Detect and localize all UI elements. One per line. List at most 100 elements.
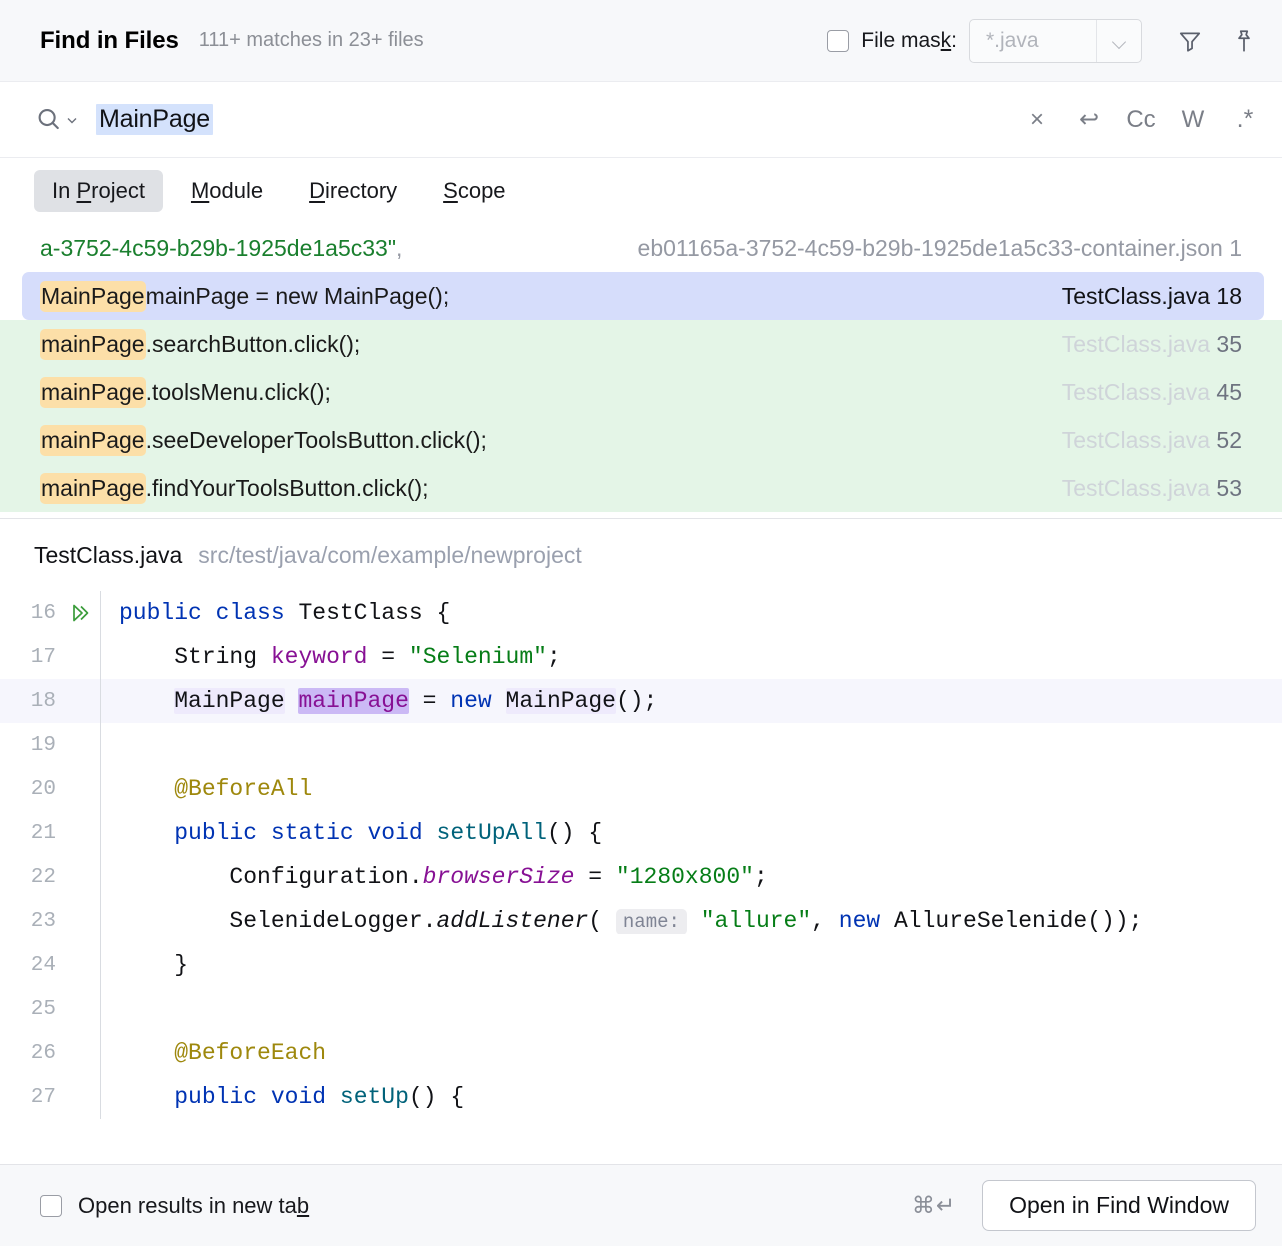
- token-String: String: [174, 644, 258, 670]
- token-BeforeEach-annotation: @BeforeEach: [174, 1040, 327, 1066]
- match-case-toggle[interactable]: Cc: [1126, 103, 1156, 137]
- file-mask-label: File mask:: [861, 29, 957, 53]
- code-text: @BeforeEach: [101, 1040, 1282, 1066]
- table-row[interactable]: a-3752-4c59-b29b-1925de1a5c33", eb01165a…: [0, 224, 1282, 272]
- line-number: 20: [30, 777, 56, 801]
- file-mask-label-pre: File mas: [861, 28, 941, 52]
- search-icon-group[interactable]: [34, 105, 78, 135]
- tab-in-project-mnemonic: P: [76, 178, 92, 203]
- search-row: MainPage × ↩ Cc W .*: [0, 82, 1282, 158]
- token-void: void: [270, 1084, 327, 1110]
- code-preview[interactable]: 16 public class TestClass { 17 String ke…: [0, 591, 1282, 1164]
- token-selenium-string: "Selenium": [408, 644, 547, 670]
- result-location: TestClass.java 45: [1062, 379, 1260, 406]
- result-line: 18: [1216, 282, 1242, 309]
- line-number: 17: [30, 645, 56, 669]
- file-mask-value: *.java: [986, 28, 1039, 52]
- code-text: MainPage mainPage = new MainPage();: [101, 688, 1282, 714]
- token-new: new: [838, 908, 881, 934]
- filter-funnel-icon[interactable]: [1176, 27, 1204, 55]
- tab-module[interactable]: Module: [173, 170, 281, 212]
- chevron-down-icon: [1113, 37, 1126, 45]
- tab-scope[interactable]: Scope: [425, 170, 523, 212]
- result-text: mainPage .seeDeveloperToolsButton.click()…: [22, 424, 1062, 456]
- result-file: TestClass.java: [1061, 426, 1211, 453]
- result-line: 52: [1216, 426, 1242, 453]
- tab-directory-post: irectory: [325, 178, 398, 203]
- search-dropdown-chevron-icon: [67, 117, 77, 123]
- result-text: mainPage .searchButton.click();: [22, 328, 1062, 360]
- pin-icon[interactable]: [1230, 27, 1258, 55]
- token-parens-brace: () {: [408, 1084, 465, 1110]
- new-line-icon[interactable]: ↩: [1074, 103, 1104, 137]
- preview-file-path: src/test/java/com/example/newproject: [198, 541, 582, 568]
- result-rest: .findYourToolsButton.click();: [145, 474, 429, 501]
- line-number: 22: [30, 865, 56, 889]
- token-mainPage-var: mainPage: [298, 688, 409, 714]
- run-all-tests-icon[interactable]: [62, 601, 100, 625]
- tab-scope-post: cope: [457, 178, 506, 203]
- line-number: 18: [30, 689, 56, 713]
- regex-toggle[interactable]: .*: [1230, 103, 1260, 137]
- code-line: 26 @BeforeEach: [0, 1031, 1282, 1075]
- search-icon: [38, 108, 59, 129]
- match-highlight: mainPage: [40, 472, 146, 504]
- clear-search-icon[interactable]: ×: [1022, 103, 1052, 137]
- open-in-find-window-button[interactable]: Open in Find Window: [982, 1180, 1256, 1231]
- result-line: 53: [1216, 474, 1242, 501]
- token-keyword-field: keyword: [270, 644, 368, 670]
- page-title: Find in Files: [40, 26, 179, 54]
- token-browser-size-string: "1280x800": [615, 864, 754, 890]
- dialog-footer: Open results in new tab ⌘↵ Open in Find …: [0, 1164, 1282, 1246]
- file-mask-combobox[interactable]: *.java: [969, 18, 1142, 63]
- token-MainPage-type: MainPage: [174, 688, 285, 714]
- match-summary: 111+ matches in 23+ files: [198, 29, 424, 51]
- code-line: 19: [0, 723, 1282, 767]
- code-line: 22 Configuration.browserSize = "1280x800…: [0, 855, 1282, 899]
- table-row[interactable]: mainPage .findYourToolsButton.click(); Te…: [0, 464, 1282, 512]
- table-row[interactable]: MainPage mainPage = new MainPage(); Test…: [0, 272, 1282, 320]
- header-icon-group: [1176, 27, 1258, 55]
- open-results-new-tab-checkbox[interactable]: [40, 1194, 62, 1217]
- token-AllureSelenide: AllureSelenide());: [894, 908, 1143, 934]
- token-allure-string: "allure": [700, 908, 812, 934]
- code-text: }: [101, 952, 1282, 978]
- result-location: eb01165a-3752-4c59-b29b-1925de1a5c33-con…: [638, 235, 1260, 262]
- code-text: SelenideLogger.addListener( name: "allur…: [101, 908, 1282, 934]
- result-rest: mainPage = new MainPage();: [145, 282, 450, 309]
- result-line: 35: [1216, 330, 1242, 357]
- breadcrumb: TestClass.java src/test/java/com/example…: [0, 519, 1282, 591]
- file-mask-checkbox[interactable]: [827, 29, 850, 52]
- token-SelenideLogger: SelenideLogger.: [229, 908, 437, 934]
- result-json-tail: ,: [396, 234, 403, 261]
- table-row[interactable]: mainPage .seeDeveloperToolsButton.click()…: [0, 416, 1282, 464]
- dialog-header: Find in Files 111+ matches in 23+ files …: [0, 0, 1282, 82]
- code-line: 18 MainPage mainPage = new MainPage();: [0, 679, 1282, 723]
- table-row[interactable]: mainPage .searchButton.click(); TestClass…: [0, 320, 1282, 368]
- tab-directory[interactable]: Directory: [291, 170, 415, 212]
- token-brace: {: [422, 600, 451, 626]
- token-class: class: [215, 600, 285, 626]
- token-browserSize-field: browserSize: [422, 864, 575, 890]
- code-text: public void setUp() {: [101, 1084, 1282, 1110]
- result-file: TestClass.java: [1061, 330, 1211, 357]
- results-list[interactable]: a-3752-4c59-b29b-1925de1a5c33", eb01165a…: [0, 224, 1282, 519]
- result-file: eb01165a-3752-4c59-b29b-1925de1a5c33-con…: [637, 234, 1223, 261]
- token-public: public: [174, 820, 258, 846]
- whole-words-toggle[interactable]: W: [1178, 103, 1208, 137]
- search-input[interactable]: MainPage: [96, 104, 213, 135]
- token-MainPage-ctor: MainPage: [505, 688, 616, 714]
- parameter-hint-name: name:: [615, 909, 687, 934]
- tab-in-project[interactable]: In Project: [34, 170, 163, 212]
- token-assign: =: [367, 644, 409, 670]
- table-row[interactable]: mainPage .toolsMenu.click(); TestClass.ja…: [0, 368, 1282, 416]
- code-text: @BeforeAll: [101, 776, 1282, 802]
- code-line: 23 SelenideLogger.addListener( name: "al…: [0, 899, 1282, 943]
- code-line: 27 public void setUp() {: [0, 1075, 1282, 1119]
- result-json-string: a-3752-4c59-b29b-1925de1a5c33": [40, 234, 397, 261]
- file-mask-dropdown-button[interactable]: [1096, 19, 1141, 62]
